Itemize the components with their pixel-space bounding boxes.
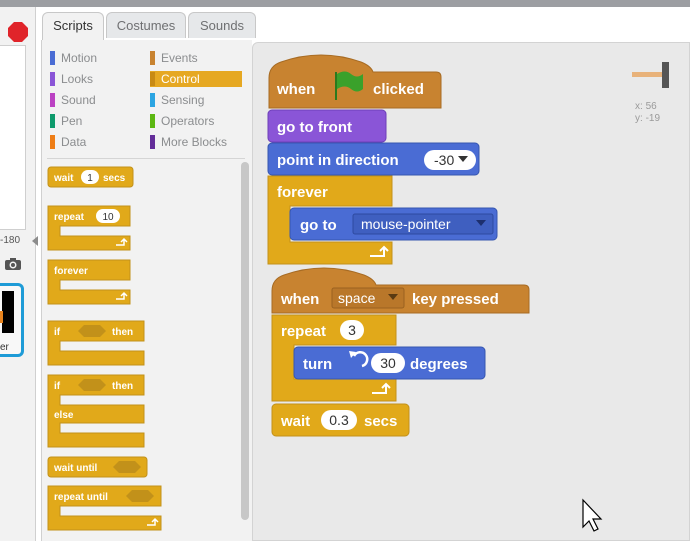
svg-text:space: space xyxy=(338,290,376,306)
svg-text:turn: turn xyxy=(303,356,332,373)
sprite-direction-icon xyxy=(632,62,669,88)
svg-text:when: when xyxy=(276,81,315,98)
svg-text:go to: go to xyxy=(300,217,337,234)
svg-text:0.3: 0.3 xyxy=(329,412,349,428)
svg-text:point in direction: point in direction xyxy=(277,152,399,169)
svg-text:key pressed: key pressed xyxy=(412,291,499,308)
svg-text:3: 3 xyxy=(348,322,356,338)
svg-text:repeat: repeat xyxy=(281,323,326,340)
svg-text:when: when xyxy=(280,291,319,308)
svg-text:-30: -30 xyxy=(434,152,454,168)
svg-text:wait: wait xyxy=(280,413,310,430)
svg-text:secs: secs xyxy=(364,413,397,430)
go-to-block[interactable]: go to mouse-pointer xyxy=(289,207,498,241)
svg-text:go to front: go to front xyxy=(277,119,352,136)
scripts-canvas: when clicked go to front point in direct… xyxy=(267,54,669,532)
when-key-pressed-hat[interactable]: when space key pressed xyxy=(271,267,530,314)
sprite-y-label: y: -19 xyxy=(635,113,661,124)
sprite-x-label: x: 56 xyxy=(635,101,657,112)
svg-text:clicked: clicked xyxy=(373,81,424,98)
turn-block[interactable]: turn 30 degrees xyxy=(293,346,486,380)
point-in-direction-block[interactable]: point in direction -30 xyxy=(267,142,480,176)
wait-block[interactable]: wait 0.3 secs xyxy=(271,403,410,437)
go-to-front-block[interactable]: go to front xyxy=(267,109,387,143)
svg-text:forever: forever xyxy=(277,184,328,201)
mouse-cursor-icon xyxy=(582,498,603,532)
when-flag-clicked-hat[interactable]: when clicked xyxy=(268,54,442,109)
svg-text:degrees: degrees xyxy=(410,356,468,373)
svg-text:30: 30 xyxy=(380,355,396,371)
svg-text:mouse-pointer: mouse-pointer xyxy=(361,216,451,232)
